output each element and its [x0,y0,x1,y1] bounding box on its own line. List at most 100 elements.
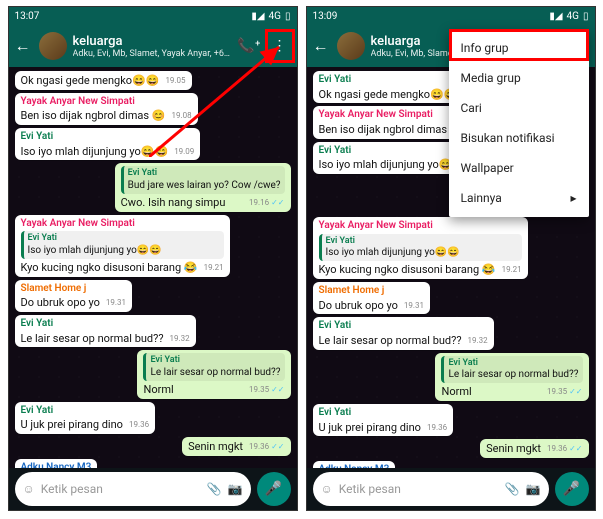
message-in[interactable]: Slamet Home jDo ubruk opo yo19.31 [313,282,431,314]
menu-wallpaper[interactable]: Wallpaper [449,153,589,183]
message-time: 19.35 ✓✓ [547,385,582,397]
network-label: 4G [567,11,579,22]
status-bar: 13:09 ▮◢ 4G ▯ [307,7,595,25]
mic-button[interactable]: 🎤 [555,472,589,506]
status-time: 13:09 [313,11,338,22]
message-time: 19.21 [502,263,522,275]
message-time: 19.16 ✓✓ [249,196,284,208]
sender-name: Evi Yati [319,145,459,158]
sender-name: Evi Yati [319,407,448,420]
message-out[interactable]: Evi YatiBud jare wes lairan yo? Cow /cwe… [115,163,291,212]
message-out[interactable]: Senin mgkt 19.36 ✓✓ [182,437,290,456]
phone-left: 13:07 ▮◢ 4G ▯ ← keluarga Adku, Evi, Mb, … [8,6,298,511]
group-avatar[interactable] [39,32,67,60]
quoted-reply: Evi YatiIso iyo mlah dijunjung yo😄😄 [21,231,224,259]
message-in[interactable]: Evi YatiU juk prei pirang dino19.36 [15,402,156,434]
message-out[interactable]: Evi YatiLe lair sesar op normal bud??Nor… [435,353,588,402]
camera-icon[interactable]: 📷 [228,482,243,496]
menu-info-grup[interactable]: Info grup [449,33,589,63]
chat-header: ← keluarga Adku, Evi, Mb, Slamet, Yayak … [9,25,297,67]
message-time: 19.31 [404,299,424,311]
quoted-reply: Evi YatiLe lair sesar op normal bud?? [441,356,582,384]
read-ticks-icon: ✓✓ [271,442,284,451]
sender-name: Evi Yati [21,405,150,418]
sender-name: Evi Yati [21,318,190,331]
sender-name: Slamet Home j [21,283,127,296]
group-info[interactable]: keluarga Adku, Evi, Mb, Slamet, Yayak An… [73,34,232,59]
menu-lainnya[interactable]: Lainnya▸ [449,183,589,213]
message-text: Senin mgkt [188,440,243,453]
sender-name: Yayak Anyar New Simpati [319,220,522,233]
input-placeholder: Ketik pesan [339,482,499,496]
message-in[interactable]: Yayak Anyar New SimpatiBen iso dijak ngb… [15,93,198,125]
network-label: 4G [269,11,281,22]
emoji-icon[interactable]: ☺ [23,482,35,496]
message-input[interactable]: ☺ Ketik pesan 📎 📷 [313,472,549,506]
message-input[interactable]: ☺ Ketik pesan 📎 📷 [15,472,251,506]
back-icon[interactable]: ← [311,36,331,56]
message-in[interactable]: Adku Nancy M3Maklum19.38 [15,459,98,468]
message-in[interactable]: Evi YatiIso iyo mlah dijunjung yo😄 [313,142,465,174]
message-in[interactable]: Adku Nancy M3Maklum19.38 [313,461,396,468]
group-subtitle: Adku, Evi, Mb, Slamet, Yayak Anyar, +62 … [73,49,232,59]
message-time: 19.31 [106,296,126,308]
signal-icon: ▮◢ [549,11,562,22]
message-time: 19.21 [204,261,224,273]
back-icon[interactable]: ← [13,36,33,56]
message-text: Le lair sesar op normal bud?? [21,332,164,345]
battery-icon: ▯ [583,11,589,22]
menu-bisukan[interactable]: Bisukan notifikasi [449,123,589,153]
message-time: 19.08 [171,109,191,121]
message-text: Ok ngasi gede mengko😄😄 [319,88,458,101]
menu-cari[interactable]: Cari [449,93,589,123]
message-out[interactable]: Evi YatiLe lair sesar op normal bud??Nor… [137,350,290,399]
message-in[interactable]: Yayak Anyar New SimpatiEvi YatiIso iyo m… [15,215,230,277]
message-in[interactable]: Evi YatiU juk prei pirang dino19.36 [313,404,454,436]
call-icon[interactable]: 📞⁺ [237,38,260,54]
mic-button[interactable]: 🎤 [257,472,291,506]
input-placeholder: Ketik pesan [41,482,201,496]
message-text: Senin mgkt [486,442,541,455]
message-in[interactable]: Evi YatiLe lair sesar op normal bud?? 19.… [15,315,196,347]
read-ticks-icon: ✓✓ [569,387,582,396]
message-out[interactable]: Senin mgkt 19.36 ✓✓ [480,439,588,458]
message-text: Kyo kucing ngko disusoni barang 😂 [21,261,198,274]
attach-icon[interactable]: 📎 [505,482,520,496]
attach-icon[interactable]: 📎 [207,482,222,496]
sender-name: Adku Nancy M3 [21,462,92,468]
sender-name: Yayak Anyar New Simpati [21,96,192,109]
sender-name: Evi Yati [319,320,488,333]
message-time: 19.36 ✓✓ [249,440,284,452]
message-time: 19.35 ✓✓ [249,383,284,395]
message-time: 19.36 [129,418,149,430]
message-text: U juk prei pirang dino [319,421,421,434]
group-name: keluarga [73,34,232,49]
more-icon[interactable]: ⋮ [273,38,287,54]
phone-right: 13:09 ▮◢ 4G ▯ ← keluarga Adku, Evi, Mb, … [306,6,596,511]
chevron-right-icon: ▸ [570,191,576,205]
message-in[interactable]: Slamet Home jDo ubruk opo yo19.31 [15,280,133,312]
sender-name: Adku Nancy M3 [319,464,390,468]
quoted-reply: Evi YatiBud jare wes lairan yo? Cow /cwe… [121,166,285,194]
message-time: 19.05 [165,74,185,86]
read-ticks-icon: ✓✓ [569,444,582,453]
quoted-reply: Evi YatiIso iyo mlah dijunjung yo😄😄 [319,234,522,262]
message-in[interactable]: Evi YatiIso iyo mlah dijunjung yo😄😄19.09 [15,128,201,160]
message-time: 19.36 ✓✓ [547,442,582,454]
status-bar: 13:07 ▮◢ 4G ▯ [9,7,297,25]
message-text: Iso iyo mlah dijunjung yo😄😄 [21,145,169,158]
message-text: Iso iyo mlah dijunjung yo😄 [319,158,453,171]
signal-icon: ▮◢ [251,11,264,22]
message-time: 19.32 [170,332,190,344]
chat-pane-left[interactable]: Ok ngasi gede mengko😄😄 19.05 Yayak Anyar N… [9,67,297,468]
sender-name: Evi Yati [21,131,195,144]
message-in[interactable]: Yayak Anyar New SimpatiEvi YatiIso iyo m… [313,217,528,279]
camera-icon[interactable]: 📷 [526,482,541,496]
emoji-icon[interactable]: ☺ [321,482,333,496]
group-avatar[interactable] [337,32,365,60]
message-in[interactable]: Ok ngasi gede mengko😄😄 19.05 [15,71,192,90]
message-text: Ok ngasi gede mengko😄😄 [21,74,160,87]
menu-media-grup[interactable]: Media grup [449,63,589,93]
message-in[interactable]: Evi YatiLe lair sesar op normal bud??19.… [313,317,494,349]
quoted-reply: Evi YatiLe lair sesar op normal bud?? [143,353,284,381]
